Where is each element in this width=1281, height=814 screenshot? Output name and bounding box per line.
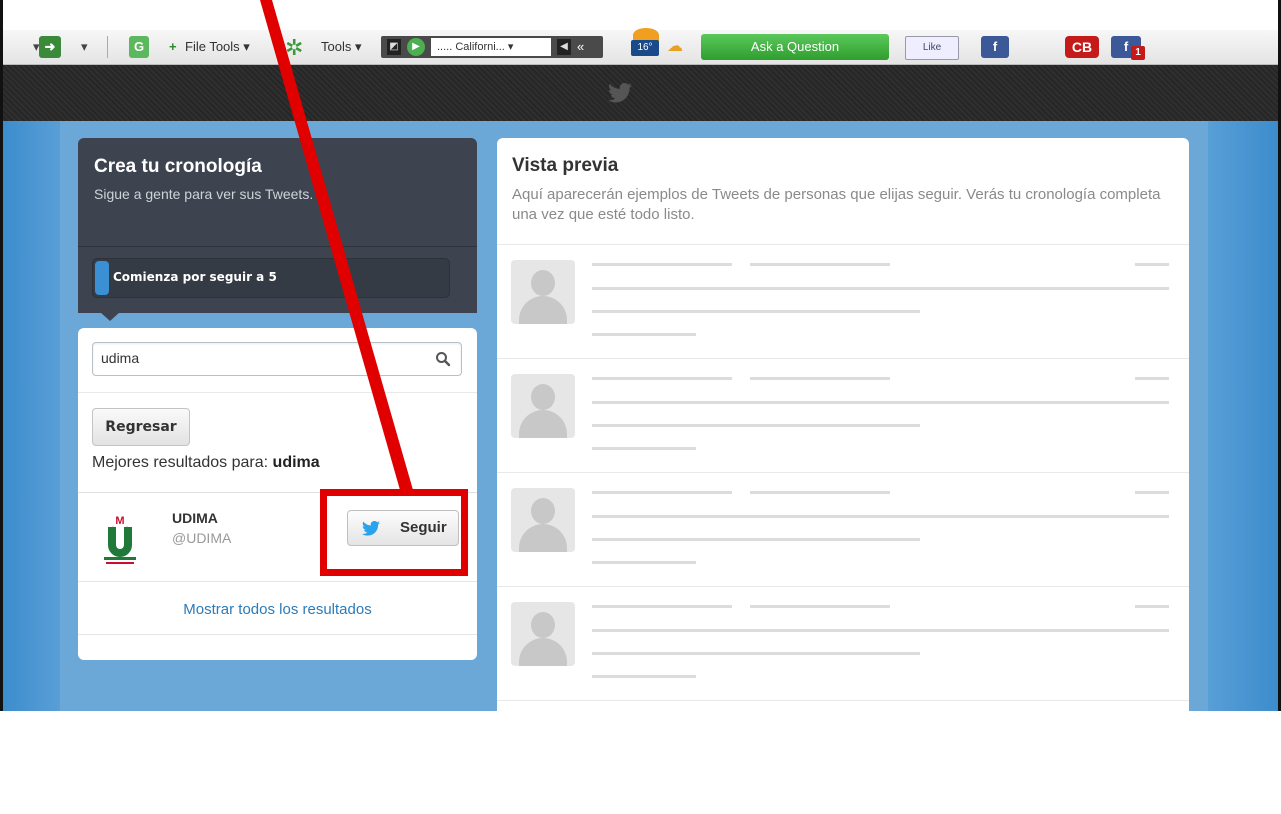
- placeholder-line: [1135, 605, 1169, 608]
- twitter-top-bar: [3, 65, 1278, 121]
- annotation-highlight-box: [320, 489, 468, 576]
- forward-arrow-icon[interactable]: ➜: [39, 36, 61, 58]
- placeholder-line: [592, 515, 1169, 518]
- placeholder-line: [1135, 491, 1169, 494]
- progress-label: Comienza por seguir a 5: [113, 270, 277, 284]
- browser-toolbar: ▾ ➜ ▾ G + File Tools ▾ ✲ Tools ▾ ◩ ▶ ...…: [3, 28, 1278, 65]
- play-icon[interactable]: ▶: [407, 38, 425, 56]
- default-avatar-icon: [511, 260, 575, 324]
- placeholder-line: [592, 424, 920, 427]
- preview-title: Vista previa: [512, 155, 619, 176]
- placeholder-line: [750, 377, 890, 380]
- radio-station-select[interactable]: ..... Californi... ▾: [431, 38, 551, 56]
- placeholder-line: [1135, 377, 1169, 380]
- cb-icon[interactable]: CB: [1065, 36, 1099, 58]
- placeholder-line: [592, 263, 732, 266]
- results-query: udima: [272, 454, 320, 471]
- show-all-results-link[interactable]: Mostrar todos los resultados: [78, 601, 477, 618]
- file-tools-menu[interactable]: File Tools ▾: [185, 36, 250, 58]
- mute-icon[interactable]: ◀: [557, 39, 571, 55]
- preview-panel: Vista previa Aquí aparecerán ejemplos de…: [497, 138, 1189, 711]
- placeholder-line: [750, 491, 890, 494]
- back-button[interactable]: Regresar: [92, 408, 190, 446]
- collapse-icon[interactable]: «: [577, 36, 597, 58]
- default-avatar-icon: [511, 602, 575, 666]
- placeholder-line: [592, 538, 920, 541]
- placeholder-line: [592, 377, 732, 380]
- placeholder-line: [592, 287, 1169, 290]
- placeholder-line: [592, 605, 732, 608]
- search-input[interactable]: [101, 350, 431, 366]
- weather-widget[interactable]: 16°: [629, 28, 663, 58]
- placeholder-tweet: [497, 358, 1189, 472]
- placeholder-line: [592, 310, 920, 313]
- placeholder-tweet: [497, 244, 1189, 358]
- follow-progress-bar: Comienza por seguir a 5: [92, 258, 450, 298]
- placeholder-line: [592, 333, 696, 336]
- radio-player: ◩ ▶ ..... Californi... ▾ ◀ «: [381, 36, 603, 58]
- results-heading: Mejores resultados para: udima: [92, 454, 320, 472]
- timeline-title: Crea tu cronología: [94, 156, 262, 177]
- udima-logo: M: [104, 515, 136, 564]
- preview-description: Aquí aparecerán ejemplos de Tweets de pe…: [512, 186, 1161, 223]
- result-name[interactable]: UDIMA: [172, 510, 218, 526]
- ask-question-button[interactable]: Ask a Question: [701, 34, 889, 60]
- panel-divider: [78, 246, 477, 247]
- cloud-icon[interactable]: ☁: [667, 36, 687, 58]
- notification-badge: 1: [1131, 46, 1145, 60]
- placeholder-line: [592, 401, 1169, 404]
- popup-icon[interactable]: ◩: [387, 39, 401, 55]
- default-avatar-icon: [511, 374, 575, 438]
- placeholder-line: [592, 491, 732, 494]
- placeholder-line: [592, 652, 920, 655]
- placeholder-line: [750, 605, 890, 608]
- tools-menu[interactable]: Tools ▾: [321, 36, 362, 58]
- results-prefix: Mejores resultados para:: [92, 454, 269, 471]
- facebook-icon[interactable]: f: [981, 36, 1009, 58]
- forward-dropdown-icon[interactable]: ▾: [81, 36, 89, 58]
- puzzle-gear-icon[interactable]: ✲: [285, 36, 321, 60]
- divider: [78, 634, 477, 635]
- search-icon[interactable]: [435, 351, 451, 367]
- facebook-notifications-icon[interactable]: f1: [1111, 36, 1145, 60]
- default-avatar-icon: [511, 488, 575, 552]
- placeholder-line: [592, 561, 696, 564]
- like-button[interactable]: Like: [905, 36, 959, 60]
- timeline-subtitle: Sigue a gente para ver sus Tweets.: [94, 186, 314, 202]
- progress-fill: [95, 261, 109, 295]
- plus-icon[interactable]: +: [169, 36, 183, 58]
- placeholder-tweet: [497, 700, 1189, 814]
- placeholder-line: [592, 447, 696, 450]
- placeholder-line: [1135, 263, 1169, 266]
- placeholder-tweet: [497, 586, 1189, 700]
- divider: [78, 581, 477, 582]
- result-handle[interactable]: @UDIMA: [172, 530, 231, 546]
- divider: [78, 392, 477, 393]
- twitter-bird-icon[interactable]: [607, 83, 633, 103]
- svg-text:M: M: [115, 515, 124, 527]
- search-box: [92, 342, 462, 376]
- panel-pointer: [100, 312, 120, 321]
- placeholder-line: [592, 629, 1169, 632]
- placeholder-line: [592, 675, 696, 678]
- placeholder-line: [750, 263, 890, 266]
- g-app-icon[interactable]: G: [129, 36, 149, 58]
- weather-temp: 16°: [631, 40, 659, 56]
- timeline-setup-panel: Crea tu cronología Sigue a gente para ve…: [78, 138, 477, 313]
- toolbar-separator: [107, 36, 108, 58]
- placeholder-tweet: [497, 472, 1189, 586]
